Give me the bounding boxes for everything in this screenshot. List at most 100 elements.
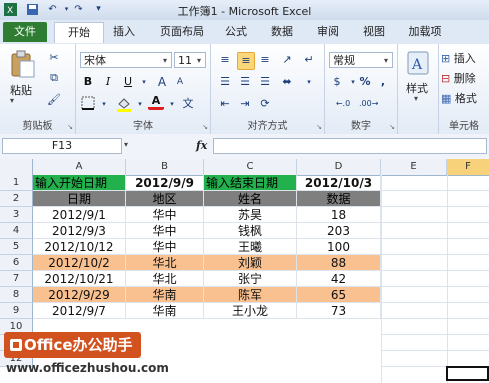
cell-region[interactable]: 华中 [126,207,204,223]
clipboard-launcher-icon[interactable]: ↘ [67,123,73,131]
row-header[interactable]: 9 [0,303,33,319]
increase-indent-icon[interactable]: ⇥ [237,96,253,112]
tab-insert[interactable]: 插入 [106,22,142,42]
number-format-select[interactable]: 常规 ▾ [329,52,393,68]
align-bottom-icon[interactable]: ≡ [257,52,273,68]
borders-icon[interactable] [80,96,96,112]
cell-d1[interactable]: 2012/10/3 [297,175,381,191]
cell-name[interactable]: 王曦 [204,239,297,255]
format-cells-button[interactable]: ▦ 格式 [441,90,477,106]
alignment-launcher-icon[interactable]: ↘ [316,123,322,131]
selected-cell-f13[interactable] [446,366,489,381]
italic-button[interactable]: I [100,74,116,90]
tab-formulas[interactable]: 公式 [218,22,254,42]
cell-name[interactable]: 王小龙 [204,303,297,319]
borders-dropdown-icon[interactable]: ▾ [96,96,112,112]
increase-decimal-icon[interactable]: ←.0 [335,96,351,112]
cell-value[interactable]: 18 [297,207,381,223]
cell-value[interactable]: 65 [297,287,381,303]
cell-name[interactable]: 苏昊 [204,207,297,223]
cell-name[interactable]: 陈军 [204,287,297,303]
header-cell-date[interactable]: 日期 [33,191,126,207]
cell-region[interactable]: 华南 [126,303,204,319]
cell-name[interactable]: 张宁 [204,271,297,287]
insert-cells-button[interactable]: ⊞ 插入 [441,50,476,66]
cell-value[interactable]: 100 [297,239,381,255]
underline-dropdown-icon[interactable]: ▾ [136,74,152,90]
header-cell-region[interactable]: 地区 [126,191,204,207]
cell-date[interactable]: 2012/10/21 [33,271,126,287]
column-header-f[interactable]: F [447,159,489,175]
tab-home[interactable]: 开始 [54,22,104,43]
name-box[interactable]: F13 [2,138,122,154]
column-header-e[interactable]: E [381,159,447,175]
cell-a1[interactable]: 输入开始日期 [33,175,126,191]
cell-region[interactable]: 华南 [126,287,204,303]
cut-icon[interactable]: ✂ [46,50,62,66]
column-header-a[interactable]: A [33,159,126,175]
cell-date[interactable]: 2012/9/3 [33,223,126,239]
align-top-icon[interactable]: ≡ [217,52,233,68]
fill-color-dropdown-icon[interactable]: ▾ [132,96,148,112]
decrease-decimal-icon[interactable]: .00→ [359,96,378,112]
merge-center-icon[interactable]: ⬌ [279,74,295,90]
shrink-font-button[interactable]: A [172,74,188,90]
font-launcher-icon[interactable]: ↘ [202,123,208,131]
tab-data[interactable]: 数据 [264,22,300,42]
grow-font-button[interactable]: A [154,74,170,90]
orientation-icon[interactable]: ↗ [279,52,295,68]
name-box-dropdown-icon[interactable]: ▾ [124,140,128,149]
cell-value[interactable]: 203 [297,223,381,239]
delete-cells-button[interactable]: ⊟ 删除 [441,70,476,86]
row-header[interactable]: 5 [0,239,33,255]
row-header[interactable]: 6 [0,255,33,271]
format-painter-icon[interactable]: 🖌 [46,92,62,108]
styles-dropdown-icon[interactable]: ▾ [414,94,418,103]
tab-file[interactable]: 文件 [3,22,47,42]
currency-button[interactable]: $ [329,74,345,90]
cell-region[interactable]: 华北 [126,271,204,287]
select-all-corner[interactable] [0,159,33,175]
text-direction-icon[interactable]: ⟳ [257,96,273,112]
font-size-select[interactable]: 11 ▾ [174,52,206,68]
styles-icon[interactable]: A [406,50,430,76]
column-header-d[interactable]: D [297,159,381,175]
cell-name[interactable]: 刘颖 [204,255,297,271]
row-header[interactable]: 1 [0,175,33,191]
paste-icon[interactable] [8,50,36,80]
cell-value[interactable]: 88 [297,255,381,271]
phonetic-icon[interactable]: 文 [180,96,196,112]
fill-color-icon[interactable] [116,96,132,112]
cell-name[interactable]: 钱枫 [204,223,297,239]
cell-c1[interactable]: 输入结束日期 [204,175,297,191]
tab-page-layout[interactable]: 页面布局 [150,22,214,42]
cell-date[interactable]: 2012/10/2 [33,255,126,271]
cell-date[interactable]: 2012/9/1 [33,207,126,223]
column-header-c[interactable]: C [204,159,297,175]
cell-region[interactable]: 华中 [126,239,204,255]
align-left-icon[interactable]: ☰ [217,74,233,90]
copy-icon[interactable]: ⧉ [46,70,62,86]
number-launcher-icon[interactable]: ↘ [389,123,395,131]
row-header[interactable]: 2 [0,191,33,207]
tab-review[interactable]: 审阅 [310,22,346,42]
column-header-b[interactable]: B [126,159,204,175]
header-cell-value[interactable]: 数据 [297,191,381,207]
bold-button[interactable]: B [80,74,96,90]
tab-addins[interactable]: 加载项 [400,22,450,42]
merge-dropdown-icon[interactable]: ▾ [301,74,317,90]
formula-input[interactable] [213,138,487,154]
underline-button[interactable]: U [120,74,136,90]
tab-view[interactable]: 视图 [356,22,392,42]
row-header[interactable]: 3 [0,207,33,223]
wrap-text-icon[interactable]: ↵ [301,52,317,68]
paste-dropdown-icon[interactable]: ▾ [10,96,14,105]
decrease-indent-icon[interactable]: ⇤ [217,96,233,112]
cell-region[interactable]: 华中 [126,223,204,239]
insert-function-button[interactable]: fx [196,139,207,152]
row-header[interactable]: 4 [0,223,33,239]
font-color-button[interactable]: A [148,94,164,110]
font-color-dropdown-icon[interactable]: ▾ [164,96,180,112]
cell-date[interactable]: 2012/10/12 [33,239,126,255]
comma-button[interactable]: , [375,74,391,90]
